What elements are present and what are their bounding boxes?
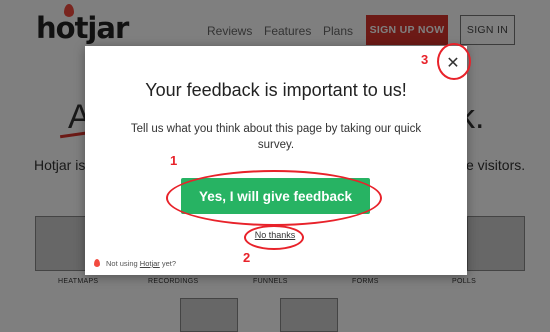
hotjar-promo: Not using Hotjar yet? [94,259,176,268]
annotation-number-2: 2 [243,250,251,265]
hotjar-promo-link[interactable]: Hotjar [140,259,160,268]
promo-prefix: Not using [106,259,138,268]
modal-subtitle: Tell us what you think about this page b… [130,123,422,151]
modal-title: Your feedback is important to us! [145,80,407,100]
give-feedback-button[interactable]: Yes, I will give feedback [181,178,370,214]
feedback-modal: Your feedback is important to us! Tell u… [85,46,467,275]
annotation-number-3: 3 [421,52,429,67]
flame-icon [94,259,100,267]
annotation-number-1: 1 [170,153,178,168]
promo-suffix: yet? [161,259,177,268]
no-thanks-link[interactable]: No thanks [85,230,465,240]
close-icon[interactable]: ✕ [443,52,463,72]
